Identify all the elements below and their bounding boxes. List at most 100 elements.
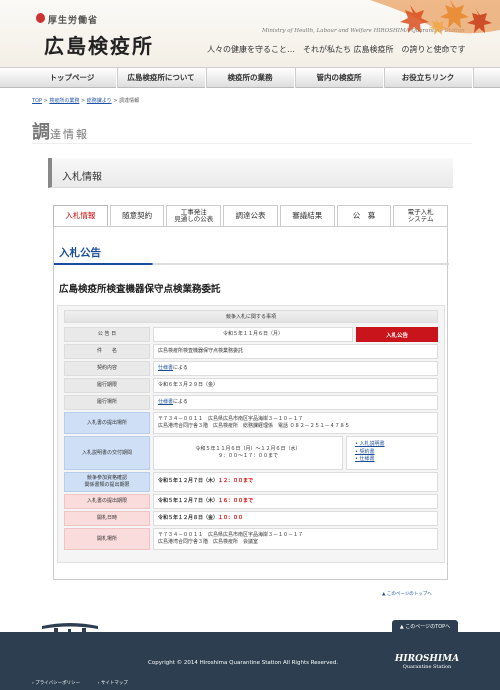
bid-explanation-link[interactable]: 入札説明書 — [355, 441, 429, 449]
spec-link[interactable]: 仕様書 — [355, 456, 429, 464]
contract-link[interactable]: 契約書 — [355, 449, 429, 457]
breadcrumb-sep: > — [111, 98, 120, 104]
main-content: 入札情報 入札情報 随意契約 工事発注 見通しの公表 調達公表 審議結果 公 募… — [48, 158, 453, 590]
table-row: 公 告 日 令和５年１１月６日（月） 入札公告 — [64, 327, 438, 342]
announce-date-label: 公 告 日 — [64, 327, 150, 342]
footer-logo-line1: HIROSHIMA — [394, 654, 460, 664]
open-date-value: 令和５年１２月８日（金） １０：００ — [153, 511, 438, 526]
nav-about[interactable]: 広島検疫所について — [117, 68, 206, 88]
table-row: 入札説明書の交付期間 令和５年１１月６日（月）～１２月６日（水） ９：００～１７… — [64, 436, 438, 470]
distribution-line2: ９：００～１７：００まで — [217, 453, 278, 459]
tab-e-bidding-system[interactable]: 電子入札 システム — [393, 205, 449, 226]
global-nav: トップページ 広島検疫所について 検疫所の業務 管内の検疫所 お役立ちリンク — [0, 67, 500, 88]
bid-deadline-value: 令和５年１２月７日（木） １６：００まで — [153, 494, 438, 509]
nav-top-page[interactable]: トップページ — [28, 68, 117, 88]
section-title: 入札情報 — [48, 158, 453, 188]
page-title-rest: 達情報 — [50, 128, 89, 141]
subject-value: 広島検疫所検査機器保守点検業務委託 — [153, 344, 438, 359]
site-footer: ▲ このページのTOPへ Copyright © 2014 Hiroshima … — [0, 620, 500, 690]
table-row: 履行場所 仕様書 による — [64, 395, 438, 410]
open-place-line2: 広島港湾合同庁舎３階 広島検疫所 会議室 — [158, 539, 259, 545]
ministry-name[interactable]: 厚生労働省 — [48, 13, 98, 26]
period-label: 履行期限 — [64, 378, 150, 393]
table-row: 開札場所 〒７３４－００１１ 広島県広島市南区宇品海岸３－１０－１７ 広島港湾合… — [64, 528, 438, 550]
spec-link[interactable]: 仕様書 — [158, 365, 173, 373]
footer-links: › プライバシーポリシー › サイトマップ — [32, 680, 144, 686]
open-place-value: 〒７３４－００１１ 広島県広島市南区宇品海岸３－１０－１７ 広島港湾合同庁舎３階… — [153, 528, 438, 550]
table-row: 履行期限 令和６年３月２９日（金） — [64, 378, 438, 393]
open-place-line1: 〒７３４－００１１ 広島県広島市南区宇品海岸３－１０－１７ — [158, 531, 304, 538]
section-title-text: 入札情報 — [62, 172, 102, 183]
submit-place-label: 入札書の提出場所 — [64, 412, 150, 434]
spec-link[interactable]: 仕様書 — [158, 399, 173, 407]
breadcrumb-services[interactable]: 検疫所の業務 — [49, 98, 79, 104]
privacy-policy-link[interactable]: › プライバシーポリシー — [32, 681, 88, 686]
table-row: 競争参加資格確認 関係書類の提出期限 令和５年１２月７日（木） １２：００まで — [64, 472, 438, 492]
breadcrumb: TOP > 検疫所の業務 > 総務課より > 調達情報 — [32, 97, 139, 104]
period-value: 令和６年３月２９日（金） — [153, 378, 438, 393]
tab-construction-outlook[interactable]: 工事発注 見通しの公表 — [166, 205, 222, 226]
bid-info-table: 競争入札に関する事項 公 告 日 令和５年１１月６日（月） 入札公告 件 名 広… — [57, 305, 445, 563]
breadcrumb-general-affairs[interactable]: 総務課より — [87, 98, 112, 104]
privacy-policy-label: プライバシーポリシー — [35, 681, 81, 686]
submit-place-value: 〒７３４－００１１ 広島県広島市南区宇品海岸３－１０－１７ 広島港湾合同庁舎３階… — [153, 412, 438, 434]
table-row: 契約内容 仕様書 による — [64, 361, 438, 376]
subject-label: 件 名 — [64, 344, 150, 359]
table-row: 入札書の提出期限 令和５年１２月７日（木） １６：００まで — [64, 494, 438, 509]
open-date-date: 令和５年１２月８日（金） — [158, 514, 219, 521]
tab-panel: 入札公告 広島検疫所検査機器保守点検業務委託 競争入札に関する事項 公 告 日 … — [53, 226, 449, 580]
bid-info-table-header: 競争入札に関する事項 — [64, 310, 438, 323]
breadcrumb-current: 調達情報 — [119, 98, 140, 104]
docs-deadline-value: 令和５年１２月７日（木） １２：００まで — [153, 472, 438, 492]
docs-deadline-time: １２：００まで — [218, 478, 254, 485]
nav-stations[interactable]: 管内の検疫所 — [295, 68, 384, 88]
tab-negotiated-contract[interactable]: 随意契約 — [109, 205, 165, 226]
page-title-first-char: 調 — [32, 122, 50, 143]
docs-deadline-label: 競争参加資格確認 関係書類の提出期限 — [64, 472, 150, 492]
table-row: 入札書の提出場所 〒７３４－００１１ 広島県広島市南区宇品海岸３－１０－１７ 広… — [64, 412, 438, 434]
footer-logo-line2: Quarantine Station — [402, 664, 452, 670]
tab-e-bidding-label: 電子入札 システム — [407, 207, 434, 223]
table-row: 件 名 広島検疫所検査機器保守点検業務委託 — [64, 344, 438, 359]
document-links: 入札説明書 契約書 仕様書 — [346, 436, 438, 470]
contract-content-suffix: による — [173, 364, 188, 371]
ministry-logo-icon — [36, 13, 45, 23]
nav-links[interactable]: お役立ちリンク — [384, 68, 473, 88]
breadcrumb-top[interactable]: TOP — [32, 98, 42, 104]
bid-deadline-date: 令和５年１２月７日（木） — [158, 497, 219, 504]
bid-deadline-label: 入札書の提出期限 — [64, 494, 150, 509]
tab-review-results[interactable]: 審議結果 — [279, 205, 335, 226]
copyright: Copyright © 2014 Hiroshima Quarantine St… — [148, 660, 339, 666]
place-suffix: による — [173, 398, 188, 405]
page-top-link[interactable]: ▲ このページのトップへ — [382, 591, 432, 597]
tab-construction-outlook-label: 工事発注 見通しの公表 — [174, 207, 214, 223]
contract-content-label: 契約内容 — [64, 361, 150, 376]
tab-public-offering[interactable]: 公 募 — [336, 205, 392, 226]
table-row: 開札日時 令和５年１２月８日（金） １０：００ — [64, 511, 438, 526]
tab-procurement-publication[interactable]: 調達公表 — [223, 205, 278, 226]
site-title[interactable]: 広島検疫所 — [44, 30, 154, 59]
contract-content-value: 仕様書 による — [153, 361, 438, 376]
docs-deadline-date: 令和５年１２月７日（木） — [158, 478, 219, 485]
tab-bid-info[interactable]: 入札情報 — [53, 205, 108, 226]
nav-services[interactable]: 検疫所の業務 — [206, 68, 295, 88]
case-title: 広島検疫所検査機器保守点検業務委託 — [59, 284, 221, 295]
page-title: 調達情報 — [32, 118, 472, 144]
procurement-tabs: 入札情報 随意契約 工事発注 見通しの公表 調達公表 審議結果 公 募 電子入札… — [53, 205, 449, 226]
bid-deadline-time: １６：００まで — [218, 497, 254, 504]
sitemap-link[interactable]: › サイトマップ — [98, 681, 136, 686]
distribution-label: 入札説明書の交付期間 — [64, 436, 150, 470]
open-date-time: １０：００ — [218, 514, 244, 521]
bid-notice-button[interactable]: 入札公告 — [356, 327, 438, 342]
open-place-label: 開札場所 — [64, 528, 150, 550]
footer-logo: HIROSHIMA Quarantine Station — [390, 654, 464, 670]
open-date-label: 開札日時 — [64, 511, 150, 526]
submit-place-line1: 〒７３４－００１１ 広島県広島市南区宇品海岸３－１０－１７ — [158, 415, 304, 422]
notice-title-underline — [54, 263, 449, 265]
site-header: 厚生労働省 広島検疫所 Ministry of Health, Labour a… — [0, 0, 500, 68]
submit-place-line2: 広島港湾合同庁舎３階 広島検疫所 総務課経理係 電話 ０８２－２５１－４７８５ — [158, 423, 350, 429]
place-label: 履行場所 — [64, 395, 150, 410]
distribution-line1: 令和５年１１月６日（月）～１２月６日（水） — [195, 445, 301, 452]
place-value: 仕様書 による — [153, 395, 438, 410]
breadcrumb-sep: > — [79, 98, 87, 104]
